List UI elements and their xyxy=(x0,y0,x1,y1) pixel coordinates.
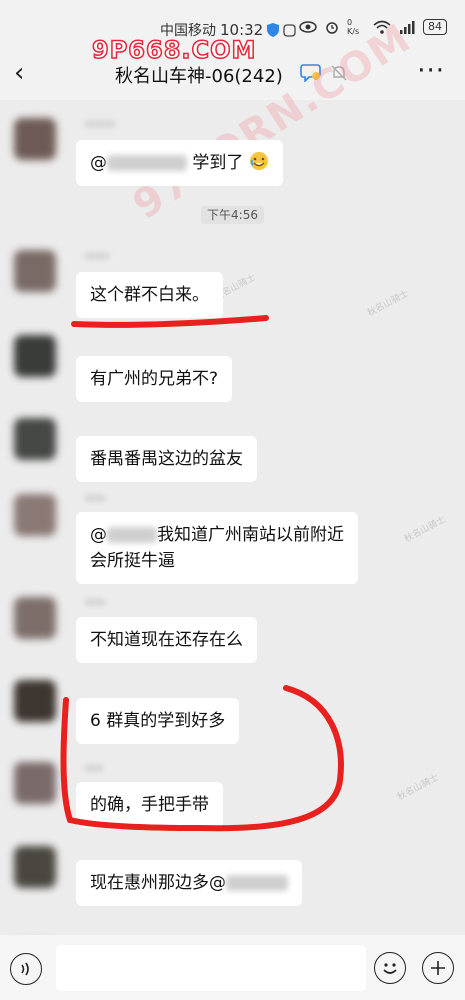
timestamp: 下午4:56 xyxy=(0,206,465,224)
avatar[interactable] xyxy=(14,846,56,888)
message-input[interactable] xyxy=(56,945,366,991)
avatar[interactable] xyxy=(14,762,56,804)
watermark-small: 秋名山骑士 xyxy=(395,772,441,803)
alarm-icon xyxy=(326,22,338,34)
back-button[interactable]: ‹ xyxy=(14,60,24,86)
message-bubble[interactable]: 番禺番禺这边的盆友 xyxy=(76,436,257,482)
voice-wave-icon xyxy=(21,962,29,976)
crying-laughing-emoji-icon xyxy=(249,152,268,170)
message-bubble[interactable]: @ 我知道广州南站以前附近 会所挺牛逼 xyxy=(76,512,358,584)
network-speed: 0 K/s xyxy=(347,18,360,36)
message-text: 学到了 xyxy=(192,153,244,173)
message-text: 番禺番禺这边的盆友 xyxy=(90,449,243,469)
message-text: 6 群真的学到好多 xyxy=(90,711,226,731)
eye-icon xyxy=(299,21,317,33)
avatar[interactable] xyxy=(14,335,56,377)
avatar[interactable] xyxy=(14,680,56,722)
sender-name xyxy=(84,764,104,772)
voice-input-button[interactable] xyxy=(10,953,42,985)
message-text: @ xyxy=(90,525,107,545)
more-functions-button[interactable] xyxy=(422,952,454,984)
blurred-mention xyxy=(107,155,187,171)
shield-icon xyxy=(267,23,280,37)
avatar[interactable] xyxy=(14,597,56,639)
message-text: 我知道广州南站以前附近 xyxy=(157,525,344,545)
red-underline-stroke xyxy=(71,315,269,328)
message-line: @ 我知道广州南站以前附近 xyxy=(90,522,344,548)
message-bubble[interactable]: 这个群不白来。 xyxy=(76,272,223,318)
sender-name xyxy=(84,120,116,128)
chat-title[interactable]: 秋名山车神-06(242) xyxy=(115,62,283,88)
message-bubble[interactable]: @ 学到了 xyxy=(76,140,283,186)
timestamp-label: 下午4:56 xyxy=(201,206,264,224)
app-notification-icon xyxy=(283,23,296,37)
message-bubble[interactable]: 的确，手把手带 xyxy=(76,782,223,828)
smiley-icon xyxy=(383,963,397,974)
sender-name xyxy=(84,252,110,260)
message-text: 现在惠州那边多@ xyxy=(90,873,226,893)
message-text: @ xyxy=(90,153,107,173)
watermark-logo-top: 9P668.COM xyxy=(91,35,257,65)
message-text: 这个群不白来。 xyxy=(90,285,209,305)
message-bubble[interactable]: 有广州的兄弟不? xyxy=(76,356,233,402)
avatar[interactable] xyxy=(14,118,56,160)
message-text: 有广州的兄弟不? xyxy=(90,369,219,389)
more-options-button[interactable]: ··· xyxy=(417,56,445,86)
message-text: 不知道现在还存在么 xyxy=(90,630,243,650)
avatar[interactable] xyxy=(14,250,56,292)
battery-indicator: 84 xyxy=(423,19,447,35)
watermark-small: 秋名山骑士 xyxy=(365,288,411,319)
avatar[interactable] xyxy=(14,418,56,460)
message-bubble[interactable]: 不知道现在还存在么 xyxy=(76,617,257,663)
emoji-button[interactable] xyxy=(374,952,406,984)
message-bubble[interactable]: 6 群真的学到好多 xyxy=(76,698,240,744)
blurred-mention xyxy=(226,875,288,891)
message-text: 的确，手把手带 xyxy=(90,795,209,815)
watermark-small: 秋名山骑士 xyxy=(402,514,448,545)
message-bubble[interactable]: 现在惠州那边多@ xyxy=(76,860,302,906)
sender-name xyxy=(84,494,106,502)
blurred-mention xyxy=(107,527,157,543)
message-text: 会所挺牛逼 xyxy=(90,551,175,571)
plus-icon xyxy=(431,961,445,975)
sender-name xyxy=(84,598,106,606)
avatar[interactable] xyxy=(14,494,56,536)
input-bar xyxy=(0,935,465,1000)
